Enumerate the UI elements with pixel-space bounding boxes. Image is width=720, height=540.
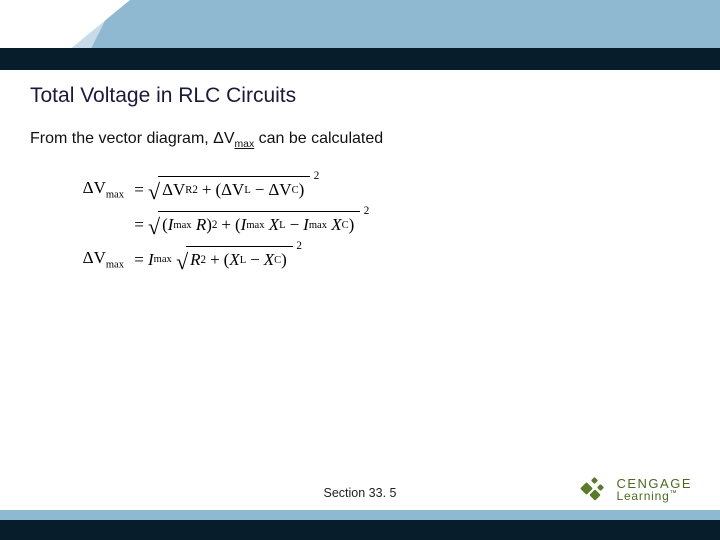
logo-mark-icon bbox=[582, 476, 608, 502]
eq3-XC-sub: C bbox=[274, 255, 281, 266]
eq1-term-c: ΔV bbox=[268, 180, 291, 200]
equation-3: ΔVmax = Imax √ R2 + (XL − XC) 2 bbox=[68, 246, 508, 273]
eq1-term-c-sub: C bbox=[292, 185, 299, 196]
header-band-dark bbox=[0, 48, 720, 70]
eq2-rhs: √ (Imax R)2 + (Imax XL − Imax XC) 2 bbox=[148, 211, 360, 238]
eq3-lhs: ΔVmax bbox=[68, 248, 130, 270]
sqrt-icon: √ R2 + (XL − XC) bbox=[176, 246, 293, 273]
logo-sub-text: Learning bbox=[616, 489, 669, 503]
footer-band-light bbox=[0, 510, 720, 520]
body-suffix: can be calculated bbox=[254, 130, 383, 147]
eq2-a-R: R bbox=[196, 215, 206, 235]
equals-sign: = bbox=[130, 215, 148, 235]
eq2-c-sub: max bbox=[309, 220, 327, 231]
body-sub: max bbox=[235, 139, 255, 150]
eq2-c-X: X bbox=[331, 215, 341, 235]
equation-2: = √ (Imax R)2 + (Imax XL − Imax XC) 2 bbox=[68, 211, 508, 238]
eq2-a-sub: max bbox=[173, 220, 191, 231]
body-text: From the vector diagram, ΔVmax can be ca… bbox=[30, 130, 383, 150]
eq3-I-sub: max bbox=[154, 254, 172, 265]
eq3-XC: X bbox=[264, 250, 274, 270]
footer-band-dark bbox=[0, 520, 720, 540]
eq1-lhs-sym: ΔV bbox=[83, 178, 106, 197]
logo-text: CENGAGE Learning™ bbox=[616, 477, 692, 502]
eq3-outer-sup: 2 bbox=[296, 240, 302, 252]
body-prefix: From the vector diagram, ΔV bbox=[30, 130, 235, 147]
equations-block: ΔVmax = √ ΔVR2 + (ΔVL − ΔVC) 2 bbox=[68, 168, 508, 281]
slide: Total Voltage in RLC Circuits From the v… bbox=[0, 0, 720, 540]
header-band-light bbox=[0, 0, 720, 48]
eq3-rhs: Imax √ R2 + (XL − XC) 2 bbox=[148, 246, 293, 273]
eq1-term-b: ΔV bbox=[221, 180, 244, 200]
eq1-rhs: √ ΔVR2 + (ΔVL − ΔVC) 2 bbox=[148, 176, 310, 203]
eq1-lhs: ΔVmax bbox=[68, 178, 130, 200]
cengage-logo: CENGAGE Learning™ bbox=[582, 476, 692, 502]
sqrt-icon: √ (Imax R)2 + (Imax XL − Imax XC) bbox=[148, 211, 360, 238]
eq1-lhs-sub: max bbox=[106, 190, 124, 201]
eq2-c-Xsub: C bbox=[342, 220, 349, 231]
eq3-lhs-sym: ΔV bbox=[83, 248, 106, 267]
page-title: Total Voltage in RLC Circuits bbox=[30, 84, 296, 108]
equals-sign: = bbox=[130, 250, 148, 270]
equation-1: ΔVmax = √ ΔVR2 + (ΔVL − ΔVC) 2 bbox=[68, 176, 508, 203]
sqrt-icon: √ ΔVR2 + (ΔVL − ΔVC) bbox=[148, 176, 310, 203]
eq1-outer-sup: 2 bbox=[314, 170, 320, 182]
eq2-b-X: X bbox=[269, 215, 279, 235]
logo-sub-brand: Learning™ bbox=[616, 490, 692, 502]
eq3-lhs-sub: max bbox=[106, 260, 124, 271]
eq2-b-sub: max bbox=[246, 220, 264, 231]
eq2-outer-sup: 2 bbox=[364, 205, 370, 217]
eq1-term-a-sub: R bbox=[185, 185, 192, 196]
eq1-term-a: ΔV bbox=[162, 180, 185, 200]
eq3-R: R bbox=[190, 250, 200, 270]
eq3-XL: X bbox=[229, 250, 239, 270]
equals-sign: = bbox=[130, 180, 148, 200]
logo-tm: ™ bbox=[670, 490, 678, 497]
